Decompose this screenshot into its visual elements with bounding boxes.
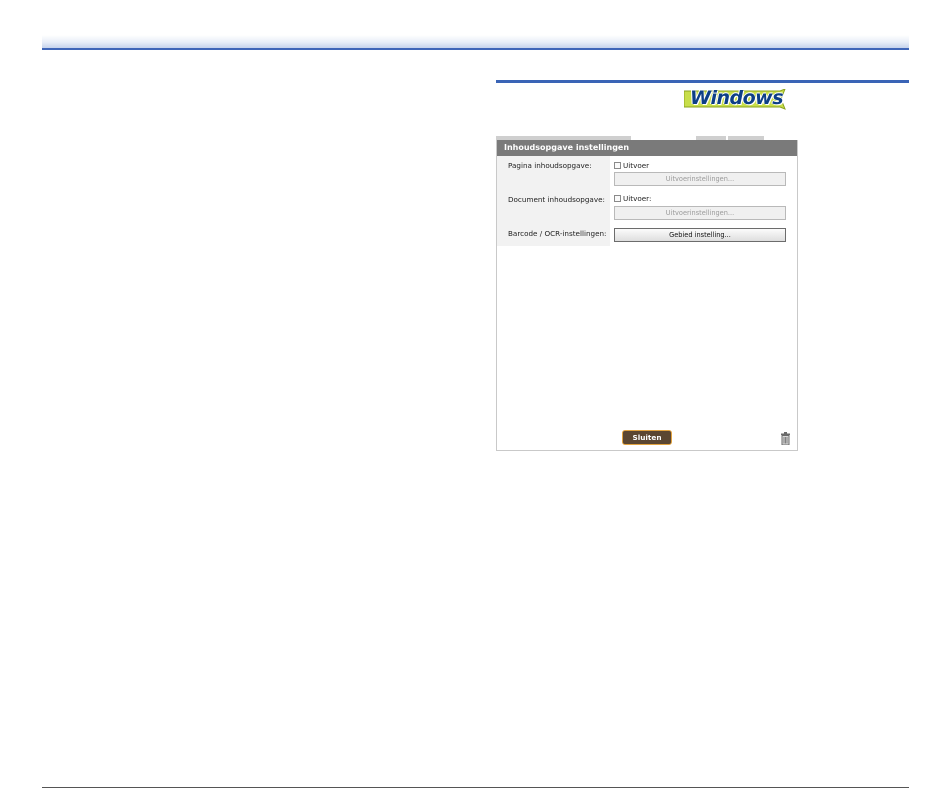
page-toc-output-settings-button[interactable]: Uitvoerinstellingen... [614, 172, 786, 186]
toc-settings-dialog: Inhoudsopgave instellingen Pagina inhoud… [496, 140, 798, 451]
checkbox-box[interactable] [614, 195, 621, 202]
page-toc-output-checkbox[interactable]: Uitvoer [614, 161, 649, 170]
checkbox-label: Uitvoer [623, 161, 650, 170]
page-header-rule [42, 35, 909, 50]
document-toc-output-checkbox[interactable]: Uitvoer: [614, 194, 651, 203]
document-toc-output-settings-button[interactable]: Uitvoerinstellingen... [614, 206, 786, 220]
page-footer-rule [42, 787, 909, 788]
checkbox-label: Uitvoer: [623, 194, 652, 203]
close-button[interactable]: Sluiten [622, 430, 672, 445]
document-toc-label: Document inhoudsopgave: [508, 195, 605, 204]
badge-label: Windows [690, 87, 784, 109]
trash-icon[interactable] [781, 432, 790, 445]
windows-badge: Windows [684, 87, 786, 110]
barcode-ocr-label: Barcode / OCR-instellingen: [508, 229, 607, 238]
page-toc-label: Pagina inhoudsopgave: [508, 161, 592, 170]
dialog-title: Inhoudsopgave instellingen [497, 140, 797, 156]
settings-panel: Pagina inhoudsopgave: Uitvoer Uitvoerins… [497, 156, 797, 246]
area-setting-button[interactable]: Gebied instelling... [614, 228, 786, 242]
checkbox-box[interactable] [614, 162, 621, 169]
section-divider [496, 80, 909, 83]
